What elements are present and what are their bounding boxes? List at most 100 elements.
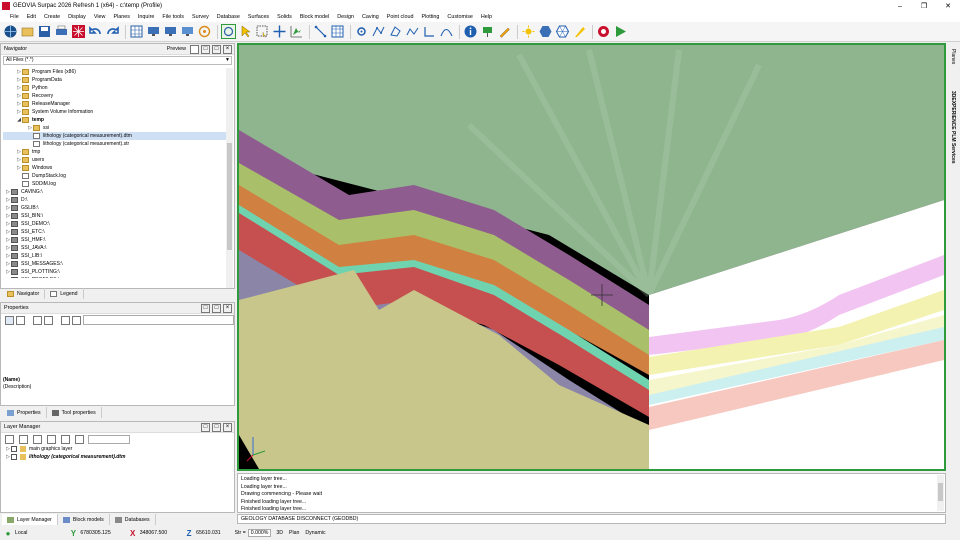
tree-item[interactable]: ▷ ReleaseManager — [3, 100, 227, 108]
pencil-icon[interactable] — [497, 24, 512, 39]
open-file-icon[interactable] — [20, 24, 35, 39]
collapse-icon[interactable] — [71, 315, 81, 325]
undo-icon[interactable] — [88, 24, 103, 39]
tab-databases[interactable]: Databases — [110, 514, 156, 525]
planes-tab[interactable]: Planes — [950, 49, 956, 64]
pointer-icon[interactable] — [238, 24, 253, 39]
tree-item[interactable]: ▷ SSI_DEMO:\ — [3, 220, 227, 228]
curve-icon[interactable] — [439, 24, 454, 39]
info-icon[interactable] — [463, 24, 478, 39]
tree-item[interactable]: ▷ Python — [3, 84, 227, 92]
tree-item[interactable]: ▷ SSI_MESSAGES:\ — [3, 260, 227, 268]
menu-customise[interactable]: Customise — [443, 12, 476, 22]
menu-display[interactable]: Display — [64, 12, 90, 22]
menu-database[interactable]: Database — [213, 12, 244, 22]
menu-help[interactable]: Help — [477, 12, 496, 22]
line-tool-icon[interactable] — [313, 24, 328, 39]
redo-icon[interactable] — [105, 24, 120, 39]
command-line[interactable]: GEOLOGY DATABASE DISCONNECT (GEODBD) — [237, 514, 946, 524]
preview-toggle-icon[interactable] — [190, 45, 199, 54]
tree-scroll-thumb[interactable] — [227, 143, 232, 250]
menu-caving[interactable]: Caving — [358, 12, 383, 22]
tab-tool-properties[interactable]: Tool properties — [47, 407, 102, 418]
tree-item[interactable]: ▷ CAVING:\ — [3, 188, 227, 196]
layer-tool-icon[interactable] — [61, 434, 70, 444]
tree-item[interactable]: ▷ SSI_ETC:\ — [3, 228, 227, 236]
menu-edit[interactable]: Edit — [23, 12, 40, 22]
float-icon[interactable]: □ — [201, 304, 210, 313]
target-icon[interactable] — [197, 24, 212, 39]
minimize-button[interactable]: – — [888, 0, 912, 12]
tree-item[interactable]: ▷ SSI_JAVA:\ — [3, 244, 227, 252]
layer-tool-icon[interactable] — [75, 434, 84, 444]
tab-navigator[interactable]: Navigator — [2, 288, 46, 299]
menu-plotting[interactable]: Plotting — [417, 12, 443, 22]
segment-icon[interactable] — [405, 24, 420, 39]
bracket-icon[interactable] — [422, 24, 437, 39]
menu-create[interactable]: Create — [40, 12, 64, 22]
chevron-down-icon[interactable]: ▼ — [225, 57, 230, 64]
monitor-icon[interactable] — [146, 24, 161, 39]
float-icon[interactable]: □ — [201, 45, 210, 54]
record-icon[interactable] — [596, 24, 611, 39]
menu-solids[interactable]: Solids — [273, 12, 296, 22]
menu-surfaces[interactable]: Surfaces — [244, 12, 273, 22]
paint-icon[interactable] — [572, 24, 587, 39]
alphabetical-icon[interactable] — [15, 315, 25, 325]
tab-properties[interactable]: Properties — [2, 407, 47, 418]
tree-item[interactable]: ▷ users — [3, 156, 227, 164]
menu-point-cloud[interactable]: Point cloud — [383, 12, 418, 22]
menu-design[interactable]: Design — [333, 12, 358, 22]
events-icon[interactable] — [43, 315, 53, 325]
close-button[interactable]: ✕ — [936, 0, 960, 12]
plm-services-tab[interactable]: 3DEXPERIENCE PLM Services — [950, 91, 956, 164]
visibility-checkbox[interactable] — [11, 454, 17, 460]
grid-icon[interactable] — [129, 24, 144, 39]
tree-item[interactable]: ▷ ssi — [3, 124, 227, 132]
file-filter-select[interactable]: All Files (*.*) ▼ — [3, 56, 232, 65]
snowflake-icon[interactable] — [71, 24, 86, 39]
tree-item[interactable]: ▷ SSI_LIB:\ — [3, 252, 227, 260]
menu-file[interactable]: File — [6, 12, 23, 22]
pin-icon[interactable] — [480, 24, 495, 39]
view-3d[interactable]: 3D — [276, 530, 283, 536]
tab-layer-manager[interactable]: Layer Manager — [2, 514, 58, 525]
pin-panel-icon[interactable]: □ — [212, 45, 221, 54]
hexagon-icon[interactable] — [538, 24, 553, 39]
layer-tool-icon[interactable] — [47, 434, 56, 444]
table-icon[interactable] — [330, 24, 345, 39]
view-plan[interactable]: Plan — [289, 530, 299, 536]
monitor-icon[interactable] — [163, 24, 178, 39]
tree-item[interactable]: ▷SSI_PROFILES:\ — [3, 276, 227, 278]
tree-item[interactable]: ▷ GSLIB:\ — [3, 204, 227, 212]
print-icon[interactable] — [54, 24, 69, 39]
maximize-button[interactable]: ❐ — [912, 0, 936, 12]
tree-item[interactable]: ▷ Recovery — [3, 92, 227, 100]
view-dynamic[interactable]: Dynamic — [305, 530, 325, 536]
layer-search-input[interactable] — [88, 434, 130, 444]
tree-item[interactable]: ▷ ProgramData — [3, 76, 227, 84]
tree-item[interactable]: ▷ tmp — [3, 148, 227, 156]
layer-tool-icon[interactable] — [19, 434, 28, 444]
graph-icon[interactable] — [289, 24, 304, 39]
coordinate-mode[interactable]: ● Local — [0, 529, 28, 538]
property-pages-icon[interactable] — [32, 315, 42, 325]
sun-icon[interactable] — [521, 24, 536, 39]
output-scroll-thumb[interactable] — [938, 483, 943, 501]
menu-planes[interactable]: Planes — [109, 12, 133, 22]
close-icon[interactable]: × — [223, 45, 232, 54]
preview-label[interactable]: Preview — [167, 46, 186, 52]
layer-tool-icon[interactable] — [33, 434, 42, 444]
close-icon[interactable]: × — [223, 423, 232, 432]
play-icon[interactable] — [613, 24, 628, 39]
layer-row[interactable]: ▷ lithology (categorical measurement).dtm — [5, 453, 234, 461]
visibility-checkbox[interactable] — [11, 446, 17, 452]
categorized-icon[interactable] — [5, 315, 14, 325]
tree-item[interactable]: ▷ SSI_PLOTTING:\ — [3, 268, 227, 276]
tree-item[interactable]: lithology (categorical measurement).str — [3, 140, 227, 148]
monitor-icon[interactable] — [180, 24, 195, 39]
expand-icon[interactable] — [60, 315, 70, 325]
save-icon[interactable] — [37, 24, 52, 39]
menu-view[interactable]: View — [90, 12, 110, 22]
graphics-viewport[interactable] — [237, 43, 946, 471]
